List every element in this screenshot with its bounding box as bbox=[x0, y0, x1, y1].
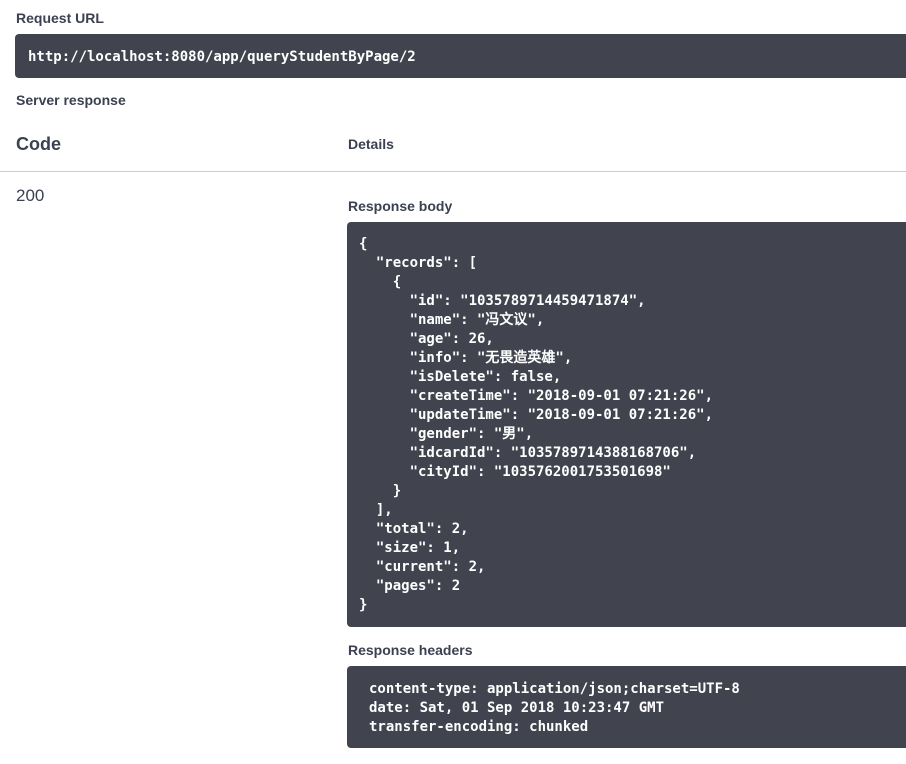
request-url-value[interactable]: http://localhost:8080/app/queryStudentBy… bbox=[15, 34, 906, 78]
response-headers-block[interactable]: content-type: application/json;charset=U… bbox=[347, 666, 906, 748]
request-url-label: Request URL bbox=[16, 10, 104, 26]
table-divider bbox=[0, 171, 906, 172]
response-headers-text[interactable]: content-type: application/json;charset=U… bbox=[369, 680, 906, 737]
code-column-header: Code bbox=[16, 134, 61, 154]
swagger-response-panel: Request URL http://localhost:8080/app/qu… bbox=[0, 0, 906, 764]
response-body-json[interactable]: { "records": [ { "id": "1035789714459471… bbox=[359, 235, 906, 615]
response-body-label: Response body bbox=[348, 198, 453, 214]
details-column-header: Details bbox=[348, 136, 394, 152]
response-headers-label: Response headers bbox=[348, 642, 473, 658]
server-response-label: Server response bbox=[16, 92, 126, 108]
response-body-block[interactable]: { "records": [ { "id": "1035789714459471… bbox=[347, 222, 906, 627]
response-status-code: 200 bbox=[16, 186, 45, 205]
